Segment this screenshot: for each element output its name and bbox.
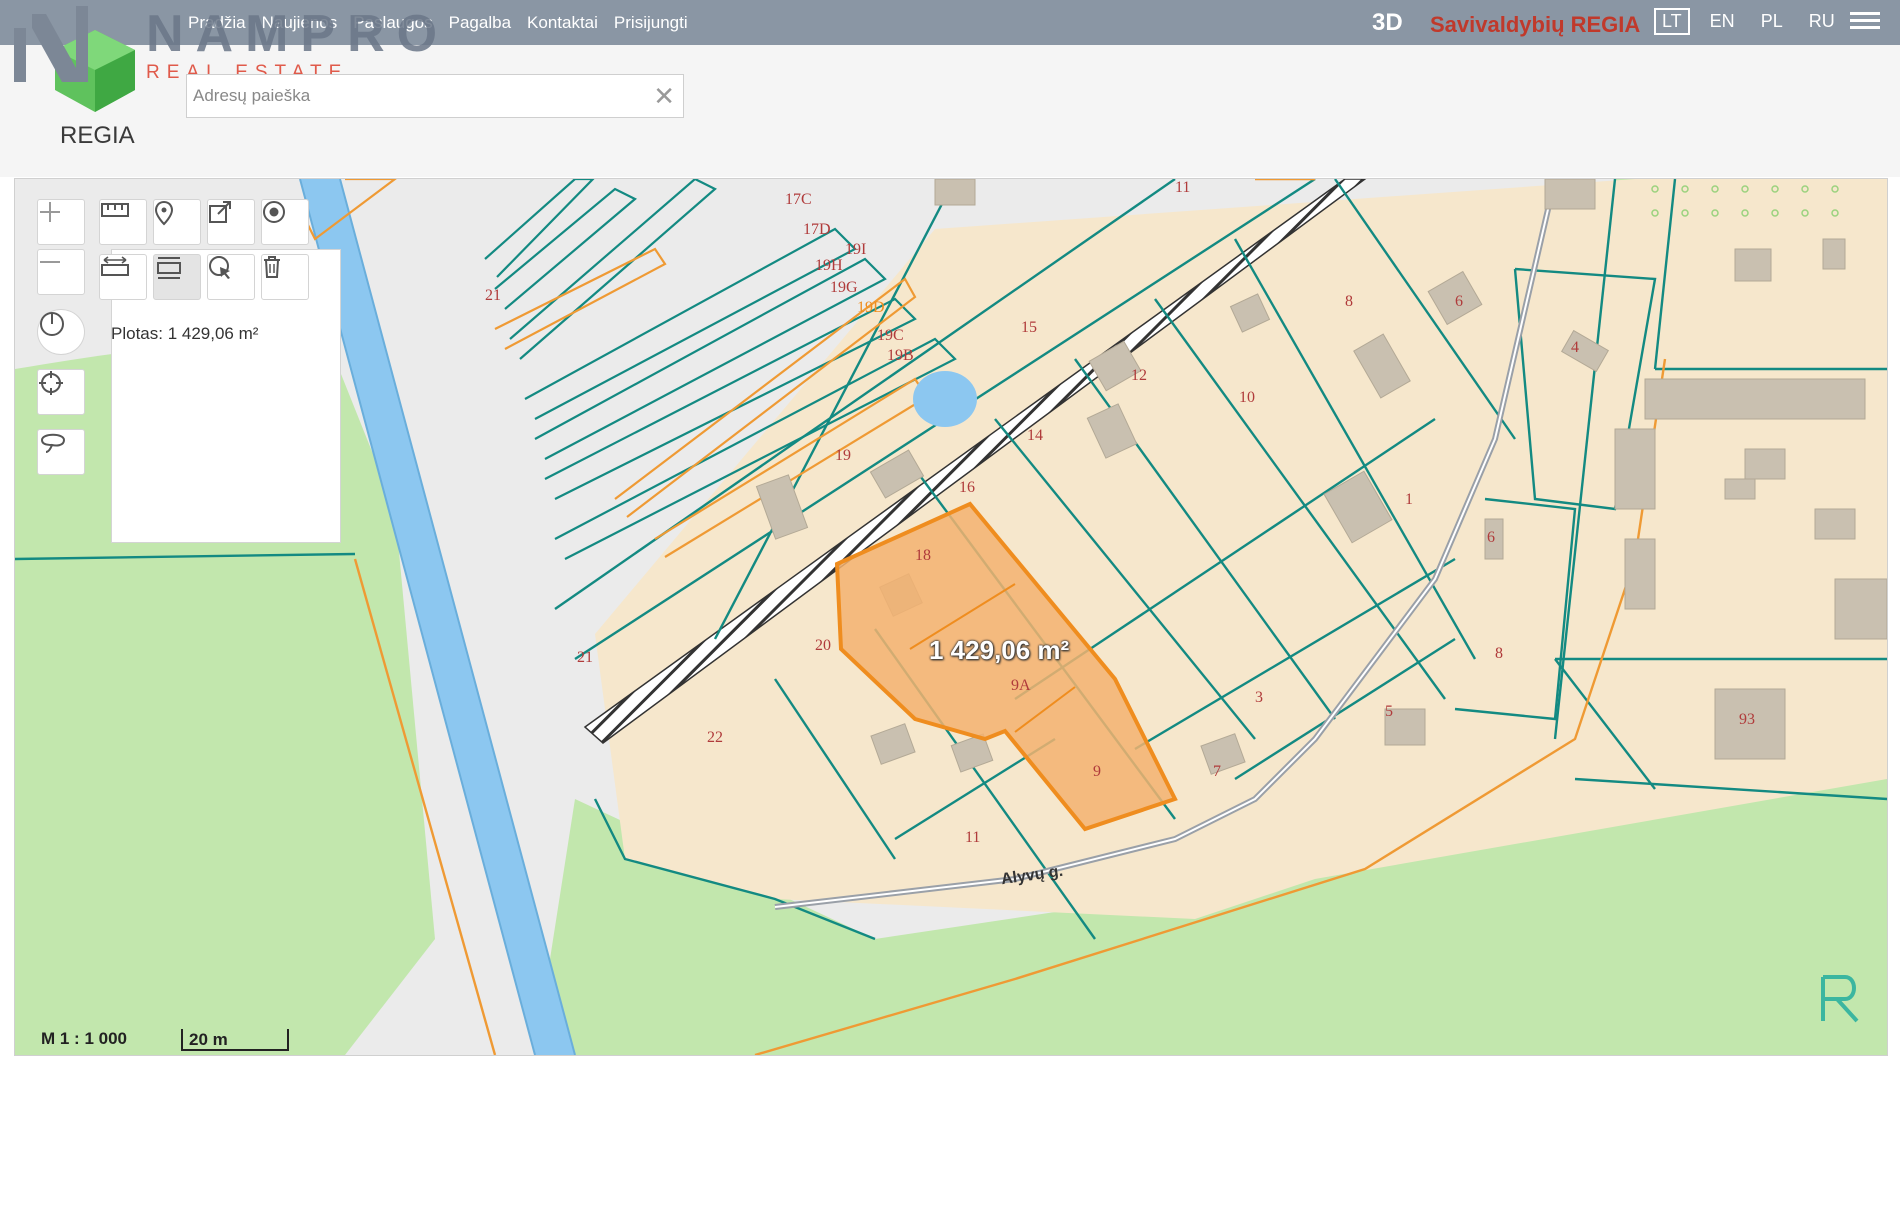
nav-prisijungti[interactable]: Prisijungti xyxy=(614,13,688,33)
page-footer-space xyxy=(0,1070,1900,1210)
nampro-logo-icon xyxy=(14,6,88,82)
select-icon xyxy=(209,256,230,279)
ruler-icon xyxy=(101,203,129,217)
target-icon xyxy=(263,201,285,223)
hamburger-menu-icon[interactable] xyxy=(1850,8,1880,36)
draw-button[interactable] xyxy=(37,429,85,475)
measure-button[interactable] xyxy=(99,199,147,245)
lang-ru[interactable]: RU xyxy=(1803,10,1841,33)
nav-kontaktai[interactable]: Kontaktai xyxy=(527,13,598,33)
brand-title: Savivaldybių REGIA xyxy=(1430,12,1641,37)
target-button[interactable] xyxy=(261,199,309,245)
regia-logo-text: REGIA xyxy=(60,122,135,149)
map-view[interactable]: 17C 17D 19I 19H 19G 19D 19C 19B 11 15 8 … xyxy=(14,178,1888,1056)
trash-icon xyxy=(264,256,280,278)
3d-button[interactable]: 3D xyxy=(1372,9,1403,37)
share-icon xyxy=(209,201,231,223)
lasso-icon xyxy=(41,433,66,453)
history-button[interactable] xyxy=(37,309,85,355)
measure-distance-button[interactable] xyxy=(99,254,147,300)
crosshair-icon xyxy=(39,371,63,395)
close-icon[interactable]: ✕ xyxy=(653,81,675,112)
locate-button[interactable] xyxy=(37,369,85,415)
map-pin-icon xyxy=(154,200,174,226)
map-scale: M 1 : 1 000 xyxy=(41,1029,127,1048)
pin-button[interactable] xyxy=(153,199,201,245)
lang-en[interactable]: EN xyxy=(1704,10,1741,33)
share-button[interactable] xyxy=(207,199,255,245)
search-input[interactable] xyxy=(187,75,635,117)
plus-icon xyxy=(40,202,60,222)
select-button[interactable] xyxy=(207,254,255,300)
area-icon xyxy=(157,257,181,279)
lang-pl[interactable]: PL xyxy=(1755,10,1789,33)
lang-lt[interactable]: LT xyxy=(1654,8,1690,35)
distance-icon xyxy=(101,256,129,276)
area-measure-label: 1 429,06 m² xyxy=(929,635,1070,665)
zoom-in-button[interactable] xyxy=(37,199,85,245)
watermark-name: NAMPRO xyxy=(146,5,450,63)
scale-bar-label: 20 m xyxy=(189,1030,228,1049)
minus-icon xyxy=(40,261,60,263)
language-switcher: LT EN PL RU xyxy=(1654,8,1841,35)
measure-area-button[interactable] xyxy=(153,254,201,300)
address-search: ✕ xyxy=(186,74,684,118)
regia-corner-logo-icon xyxy=(1821,975,1859,1023)
delete-button[interactable] xyxy=(261,254,309,300)
zoom-out-button[interactable] xyxy=(37,249,85,295)
nav-pagalba[interactable]: Pagalba xyxy=(449,13,511,33)
power-icon xyxy=(40,312,64,336)
area-info-text: Plotas: 1 429,06 m² xyxy=(111,324,259,343)
